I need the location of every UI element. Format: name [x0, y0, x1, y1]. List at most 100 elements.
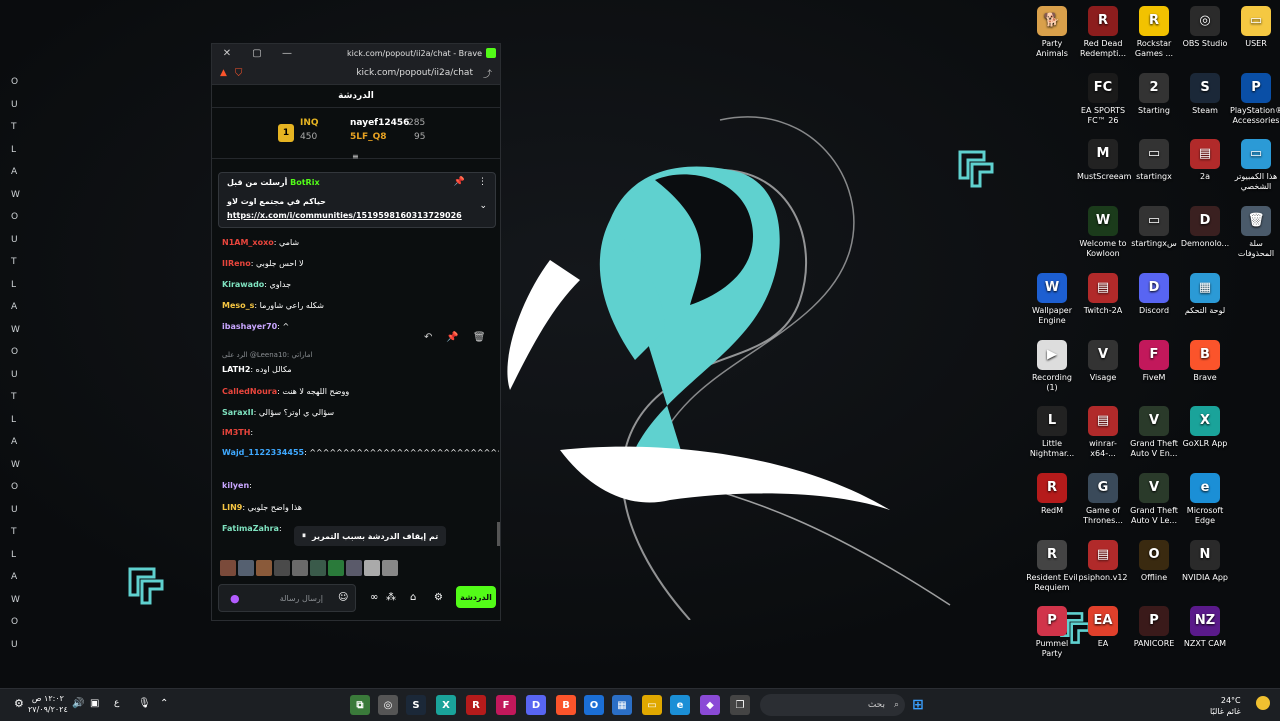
share-icon[interactable]: ⤴: [483, 67, 492, 80]
maximize-icon[interactable]: ▢: [242, 48, 272, 59]
start-icon[interactable]: ⊞: [908, 695, 928, 715]
brave-taskbar-icon[interactable]: B: [556, 695, 576, 715]
file-explorer-icon[interactable]: ▭: [642, 695, 662, 715]
desktop-icon[interactable]: S Steam: [1179, 72, 1231, 116]
mic-icon[interactable]: ●: [230, 592, 240, 605]
desktop-icon[interactable]: ▤ winrar-x64-...: [1077, 406, 1129, 459]
desktop-icon[interactable]: R Red Dead Redempti...: [1077, 6, 1129, 59]
copilot-taskbar-icon[interactable]: ◆: [700, 695, 720, 715]
desktop-icon[interactable]: ▤ 2a: [1179, 139, 1231, 182]
desktop-icon[interactable]: W Wallpaper Engine: [1026, 272, 1078, 326]
chat-username[interactable]: CalledNoura: [222, 387, 277, 396]
desktop-icon[interactable]: ▶ Recording (1): [1026, 339, 1078, 393]
pin-icon[interactable]: 📌: [454, 177, 465, 187]
emote[interactable]: [346, 560, 362, 576]
chat-username[interactable]: Meso_s: [222, 301, 254, 310]
scrollbar[interactable]: [497, 522, 500, 546]
desktop-icon[interactable]: ◎ OBS Studio: [1179, 6, 1231, 49]
emote[interactable]: [364, 560, 380, 576]
url-text[interactable]: kick.com/popout/ii2a/chat: [242, 68, 483, 78]
store-icon[interactable]: ⌂: [410, 592, 416, 603]
window-titlebar[interactable]: ✕ ▢ — kick.com/popout/ii2a/chat - Brave: [212, 44, 500, 62]
fivem-taskbar-icon[interactable]: F: [496, 695, 516, 715]
task-view-icon[interactable]: ❐: [730, 695, 750, 715]
desktop-icon[interactable]: ▭ startingx: [1128, 139, 1180, 182]
more-options-icon[interactable]: ⋮: [478, 177, 487, 187]
microphone-icon[interactable]: 🎙: [138, 698, 151, 709]
language-indicator[interactable]: ع: [114, 698, 119, 708]
pinned-message[interactable]: ⋮ 📌 أرسلت من قبل BotRix حياكم في مجتمع ا…: [218, 172, 496, 228]
chat-username[interactable]: IIReno: [222, 259, 251, 268]
chevron-down-icon[interactable]: ⌄: [479, 201, 487, 211]
desktop-icon[interactable]: R RedM: [1026, 472, 1078, 516]
expand-icon[interactable]: ≡: [352, 152, 359, 161]
emoji-icon[interactable]: ☺: [338, 592, 348, 603]
minimize-icon[interactable]: —: [272, 48, 302, 59]
desktop-icon[interactable]: 🗑 سلة المحذوفات: [1230, 206, 1280, 259]
desktop-icon[interactable]: R Resident Evil Requiem: [1026, 539, 1078, 593]
chat-username[interactable]: kilyen: [222, 481, 249, 490]
emote[interactable]: [310, 560, 326, 576]
recent-emotes[interactable]: [220, 560, 398, 578]
chat-username[interactable]: Wajd_1122334455: [222, 448, 304, 457]
chat-username[interactable]: SaraxII: [222, 408, 254, 417]
chat-popout-window[interactable]: ✕ ▢ — kick.com/popout/ii2a/chat - Brave …: [211, 43, 501, 621]
desktop-icon[interactable]: D Demonolo...: [1179, 206, 1231, 249]
chat-message[interactable]: LIN9: هذا واضح جلوبي: [222, 503, 302, 512]
chat-message[interactable]: ibashayer70: ^​​​​​​​​​​​​​​​​​​​​​​​​​​…: [222, 322, 289, 331]
desktop-icon[interactable]: NZ NZXT CAM: [1179, 606, 1231, 649]
emote[interactable]: [238, 560, 254, 576]
pinned-link[interactable]: https://x.com/i/communities/151959816031…: [227, 211, 462, 220]
chat-username[interactable]: Kirawado: [222, 280, 264, 289]
desktop-icon[interactable]: B Brave: [1179, 339, 1231, 383]
desktop-icon[interactable]: P Pummel Party: [1026, 606, 1078, 659]
emote[interactable]: [256, 560, 272, 576]
brave-shield-icon[interactable]: ⛉: [235, 68, 243, 79]
store-taskbar-icon[interactable]: ▦: [612, 695, 632, 715]
weather-widget[interactable]: 24°C غائم غالبًا: [1210, 695, 1241, 717]
chat-message[interactable]: Wajd_1122334455: ^^^^^^^^^^^^^^^^^^^^^^^…: [222, 448, 499, 457]
chat-message[interactable]: IIReno: لا احس جلوبي: [222, 259, 304, 268]
chat-username[interactable]: LATH2: [222, 365, 250, 374]
address-bar[interactable]: ▲ ⛉ kick.com/popout/ii2a/chat ⤴: [212, 62, 500, 85]
desktop-icon[interactable]: ▤ Twitch-2A: [1077, 272, 1129, 316]
desktop-icon[interactable]: 🐕 Party Animals: [1026, 6, 1078, 59]
chevron-up-icon[interactable]: ⌃: [160, 698, 168, 709]
steam-taskbar-icon[interactable]: S: [406, 695, 426, 715]
emote[interactable]: [328, 560, 344, 576]
emote[interactable]: [220, 560, 236, 576]
chat-username[interactable]: FatimaZahra: [222, 524, 279, 533]
reply-context[interactable]: الرد على @Leena10: اماراتي: [222, 351, 312, 359]
delete-icon[interactable]: 🗑: [473, 332, 486, 343]
desktop-icon[interactable]: F FiveM: [1128, 339, 1180, 383]
taskbar-app-icon[interactable]: ⧉: [350, 695, 370, 715]
chat-message[interactable]: Meso_s: شكله راعي شاورما: [222, 301, 324, 310]
notification-icon[interactable]: ▣: [90, 698, 99, 709]
chat-message[interactable]: Kirawado: جداوي: [222, 280, 291, 289]
desktop-icon[interactable]: P PlayStation® Accessories: [1230, 72, 1280, 126]
discord-taskbar-icon[interactable]: D: [526, 695, 546, 715]
edge-taskbar-icon[interactable]: e: [670, 695, 690, 715]
desktop-icon[interactable]: ▭ هذا الكمبيوتر الشخصي: [1230, 139, 1280, 192]
settings-icon[interactable]: ⚙: [14, 697, 24, 710]
chat-message[interactable]: kilyen:: [222, 481, 254, 490]
emote[interactable]: [292, 560, 308, 576]
obs-taskbar-icon[interactable]: ◎: [378, 695, 398, 715]
desktop-icon[interactable]: L Little Nightmar...: [1026, 406, 1078, 459]
chat-message[interactable]: N1AM_xoxo: شامي: [222, 238, 299, 247]
desktop-icon[interactable]: ▭ USER: [1230, 6, 1280, 49]
chat-message[interactable]: CalledNoura: ووضح اللهجه لا هنت: [222, 387, 349, 396]
desktop-icon[interactable]: N NVIDIA App: [1179, 539, 1231, 583]
desktop-icon[interactable]: D Discord: [1128, 272, 1180, 316]
desktop-icon[interactable]: V Grand Theft Auto V Le...: [1128, 472, 1180, 526]
clock[interactable]: ١٢:٠٢ ص ٢٧/٠٩/٢٠٢٤: [28, 693, 68, 715]
desktop-icon[interactable]: O Offline: [1128, 539, 1180, 583]
reply-icon[interactable]: ↶: [424, 332, 432, 343]
desktop-icon[interactable]: FC EA SPORTS FC™ 26: [1077, 72, 1129, 126]
taskbar-search[interactable]: بحث ⌕: [760, 694, 905, 716]
chat-paused-banner[interactable]: ⏸ تم إيقاف الدردشة بسبب التمرير: [294, 526, 447, 546]
chat-message[interactable]: LATH2: مكالل اوده: [222, 365, 292, 374]
chat-username[interactable]: iM3TH: [222, 428, 250, 437]
outlook-taskbar-icon[interactable]: O: [584, 695, 604, 715]
chat-send-button[interactable]: الدردشة: [456, 586, 496, 608]
